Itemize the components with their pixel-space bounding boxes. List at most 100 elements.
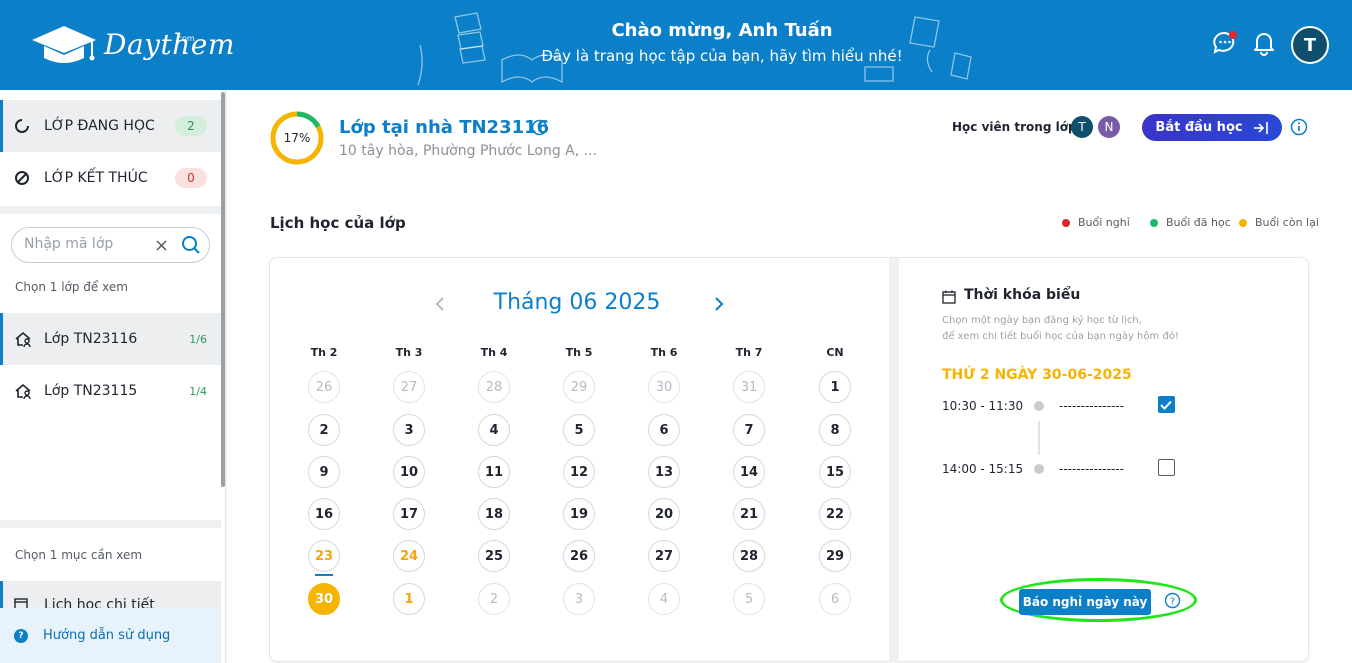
logo-subtext: .com bbox=[175, 34, 195, 43]
calendar-day[interactable]: 14 bbox=[733, 456, 765, 488]
calendar-day[interactable]: 26 bbox=[308, 371, 340, 403]
legend-label: Buổi đã học bbox=[1166, 216, 1231, 229]
calendar-day[interactable]: 2 bbox=[308, 414, 340, 446]
weekday-header: Th 7 bbox=[735, 346, 763, 359]
class-item-tn23115[interactable]: Lớp TN23115 1/4 bbox=[0, 365, 221, 417]
chat-notification-dot bbox=[1229, 31, 1237, 39]
calendar-day[interactable]: 5 bbox=[733, 583, 765, 615]
top-header: Daythem .com Chào mừng, Anh Tuấn Đây là … bbox=[0, 0, 1352, 90]
slot-teacher-placeholder: --------------- bbox=[1059, 399, 1124, 413]
calendar-day[interactable]: 24 bbox=[393, 540, 425, 572]
calendar-day[interactable]: 27 bbox=[393, 371, 425, 403]
slot-checkbox[interactable] bbox=[1158, 396, 1175, 413]
search-icon[interactable] bbox=[181, 235, 201, 255]
finished-classes-count-badge: 0 bbox=[175, 168, 207, 188]
calendar-icon bbox=[942, 290, 956, 304]
active-classes-count-badge: 2 bbox=[175, 116, 207, 136]
bell-icon[interactable] bbox=[1251, 30, 1277, 56]
legend-label: Buổi nghỉ bbox=[1078, 216, 1130, 229]
calendar-day[interactable]: 22 bbox=[819, 498, 851, 530]
calendar-day[interactable]: 30 bbox=[648, 371, 680, 403]
start-learning-button[interactable]: Bắt đầu học bbox=[1142, 114, 1282, 141]
calendar-day[interactable]: 17 bbox=[393, 498, 425, 530]
calendar-day[interactable]: 8 bbox=[819, 414, 851, 446]
weekday-header: CN bbox=[826, 346, 844, 359]
legend-dot bbox=[1062, 218, 1070, 227]
slot-time: 14:00 - 15:15 bbox=[942, 462, 1024, 476]
legend-absent: Buổi nghỉ bbox=[1062, 216, 1130, 229]
calendar-day[interactable]: 5 bbox=[563, 414, 595, 446]
user-avatar[interactable]: T bbox=[1291, 26, 1329, 64]
student-avatar[interactable]: T bbox=[1071, 116, 1093, 138]
calendar-day[interactable]: 7 bbox=[733, 414, 765, 446]
calendar-day[interactable]: 12 bbox=[563, 456, 595, 488]
calendar-day[interactable]: 31 bbox=[733, 371, 765, 403]
calendar-day[interactable]: 2 bbox=[478, 583, 510, 615]
menu-item-schedule-detail[interactable]: Lịch học chi tiết bbox=[0, 581, 221, 609]
calendar-day[interactable]: 20 bbox=[648, 498, 680, 530]
class-item-label: Lớp TN23115 bbox=[44, 383, 138, 399]
calendar-day[interactable]: 28 bbox=[478, 371, 510, 403]
chevron-left-icon[interactable] bbox=[434, 296, 446, 312]
calendar-day[interactable]: 10 bbox=[393, 456, 425, 488]
calendar-day[interactable]: 4 bbox=[648, 583, 680, 615]
calendar-day[interactable]: 23 bbox=[308, 540, 340, 572]
calendar-day[interactable]: 4 bbox=[478, 414, 510, 446]
tab-active-classes-label: LỚP ĐANG HỌC bbox=[44, 118, 155, 134]
help-circle-icon[interactable]: ? bbox=[531, 119, 548, 136]
class-progress-count: 1/4 bbox=[189, 384, 207, 398]
schedule-section-title: Lịch học của lớp bbox=[270, 214, 406, 232]
legend-remaining: Buổi còn lại bbox=[1239, 216, 1319, 229]
calendar-day[interactable]: 29 bbox=[563, 371, 595, 403]
svg-text:?: ? bbox=[537, 124, 542, 135]
info-icon[interactable] bbox=[1290, 118, 1308, 136]
calendar-day[interactable]: 3 bbox=[563, 583, 595, 615]
calendar-day[interactable]: 18 bbox=[478, 498, 510, 530]
calendar-day[interactable]: 6 bbox=[648, 414, 680, 446]
calendar-day[interactable]: 15 bbox=[819, 456, 851, 488]
calendar-day[interactable]: 26 bbox=[563, 540, 595, 572]
calendar-day[interactable]: 19 bbox=[563, 498, 595, 530]
calendar-day[interactable]: 9 bbox=[308, 456, 340, 488]
timetable-title: Thời khóa biểu bbox=[964, 287, 1081, 303]
calendar-day[interactable]: 25 bbox=[478, 540, 510, 572]
student-avatar[interactable]: N bbox=[1098, 116, 1120, 138]
clear-icon[interactable] bbox=[156, 240, 167, 251]
sidebar-scrollbar[interactable] bbox=[221, 92, 225, 487]
calendar-day[interactable]: 29 bbox=[819, 540, 851, 572]
calendar-day[interactable]: 16 bbox=[308, 498, 340, 530]
report-absence-button[interactable]: Báo nghỉ ngày này bbox=[1019, 589, 1151, 615]
logo[interactable]: Daythem bbox=[28, 22, 235, 66]
slot-dot bbox=[1034, 401, 1044, 411]
class-code-input[interactable] bbox=[24, 236, 144, 252]
legend-label: Buổi còn lại bbox=[1255, 216, 1319, 229]
calendar-day[interactable]: 13 bbox=[648, 456, 680, 488]
today-indicator bbox=[315, 574, 333, 576]
tab-active-classes[interactable]: LỚP ĐANG HỌC 2 bbox=[0, 100, 221, 152]
start-learning-label: Bắt đầu học bbox=[1155, 120, 1243, 135]
calendar-day[interactable]: 11 bbox=[478, 456, 510, 488]
calendar-day[interactable]: 21 bbox=[733, 498, 765, 530]
calendar-day[interactable]: 27 bbox=[648, 540, 680, 572]
tab-finished-classes[interactable]: LỚP KẾT THÚC 0 bbox=[0, 152, 221, 204]
calendar-day[interactable]: 30 bbox=[308, 583, 340, 615]
welcome-banner: Chào mừng, Anh Tuấn Đây là trang học tập… bbox=[460, 20, 984, 65]
student-initial: N bbox=[1104, 120, 1114, 134]
calendar-day[interactable]: 3 bbox=[393, 414, 425, 446]
calendar-day[interactable]: 1 bbox=[393, 583, 425, 615]
house-user-icon bbox=[15, 331, 31, 348]
slot-time: 10:30 - 11:30 bbox=[942, 399, 1024, 413]
chevron-right-icon[interactable] bbox=[713, 296, 725, 312]
calendar-day[interactable]: 1 bbox=[819, 371, 851, 403]
user-guide-link[interactable]: ? Hướng dẫn sử dụng bbox=[0, 608, 221, 663]
student-initial: T bbox=[1078, 120, 1086, 134]
weekday-header: Th 6 bbox=[650, 346, 678, 359]
slot-checkbox[interactable] bbox=[1158, 459, 1175, 476]
calendar-day[interactable]: 28 bbox=[733, 540, 765, 572]
loading-icon bbox=[15, 119, 29, 133]
class-item-tn23116[interactable]: Lớp TN23116 1/6 bbox=[0, 313, 221, 365]
help-circle-icon[interactable]: ? bbox=[1164, 592, 1181, 609]
tab-finished-classes-label: LỚP KẾT THÚC bbox=[44, 170, 148, 186]
calendar-day[interactable]: 6 bbox=[819, 583, 851, 615]
divider bbox=[0, 206, 221, 214]
